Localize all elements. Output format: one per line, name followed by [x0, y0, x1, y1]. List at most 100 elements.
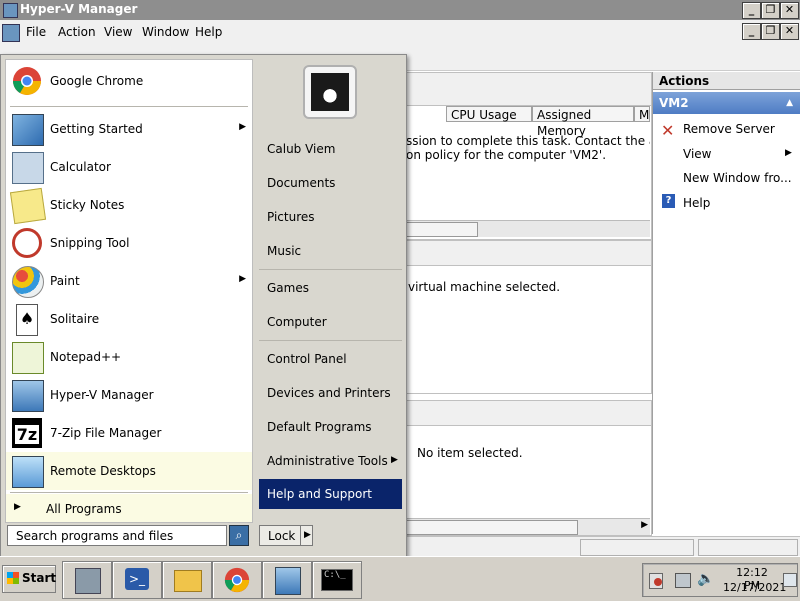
start-button[interactable]: Start: [2, 565, 56, 593]
volume-icon[interactable]: 🔈: [697, 571, 714, 587]
actions-section-vm2[interactable]: VM2 ▲: [653, 92, 800, 114]
search-placeholder: Search programs and files: [16, 529, 174, 543]
submenu-arrow-icon: ▶: [239, 122, 246, 132]
actions-section-label: VM2: [659, 96, 689, 110]
program-label: Hyper-V Manager: [50, 388, 154, 402]
action-remove-server[interactable]: Remove Server: [683, 122, 775, 136]
status-bar: [404, 536, 800, 557]
menu-action[interactable]: Action: [58, 25, 96, 39]
link-administrative-tools[interactable]: Administrative Tools: [267, 454, 388, 468]
program-label: Sticky Notes: [50, 198, 125, 212]
program-google-chrome[interactable]: Google Chrome: [6, 62, 252, 100]
taskbar-powershell[interactable]: >_: [112, 561, 162, 599]
link-pictures[interactable]: Pictures: [267, 210, 315, 224]
scrollbar-thumb-2[interactable]: [404, 520, 578, 535]
program-remote-desktops[interactable]: Remote Desktops: [6, 452, 252, 490]
program-hyper-v-manager[interactable]: Hyper-V Manager: [6, 376, 252, 414]
link-games[interactable]: Games: [267, 281, 309, 295]
solitaire-icon: ♠: [16, 304, 38, 336]
taskbar-server-manager[interactable]: [62, 561, 112, 599]
network-icon[interactable]: [675, 573, 691, 588]
show-desktop-icon[interactable]: [783, 573, 797, 587]
link-computer[interactable]: Computer: [267, 315, 327, 329]
menu-file[interactable]: File: [26, 25, 46, 39]
windows-logo-icon: [7, 572, 19, 584]
child-restore-button[interactable]: ❐: [761, 23, 780, 40]
link-documents[interactable]: Documents: [267, 176, 335, 190]
remove-icon: ✕: [661, 121, 675, 140]
menu-help[interactable]: Help: [195, 25, 222, 39]
hyper-v-icon: [275, 567, 301, 595]
submenu-arrow-icon: ▶: [239, 274, 246, 284]
horizontal-scrollbar-2[interactable]: ▶: [404, 518, 650, 535]
menu-window[interactable]: Window: [142, 25, 189, 39]
help-and-support-label: Help and Support: [267, 487, 372, 501]
program-snipping-tool[interactable]: Snipping Tool: [6, 224, 252, 262]
scrollbar-thumb[interactable]: [404, 222, 478, 237]
program-label: 7-Zip File Manager: [50, 426, 162, 440]
program-label: Snipping Tool: [50, 236, 130, 250]
horizontal-scrollbar-1[interactable]: [404, 220, 650, 237]
search-icon[interactable]: ⌕: [229, 525, 249, 546]
scroll-right-icon[interactable]: ▶: [641, 520, 648, 530]
program-notepad-plus-plus[interactable]: Notepad++: [6, 338, 252, 376]
snipping-tool-icon: [12, 228, 42, 258]
search-input[interactable]: Search programs and files: [7, 525, 227, 546]
menu-view[interactable]: View: [104, 25, 132, 39]
col-more[interactable]: M: [634, 106, 650, 122]
program-7zip[interactable]: 7z 7-Zip File Manager: [6, 414, 252, 452]
link-music[interactable]: Music: [267, 244, 301, 258]
action-view[interactable]: View: [683, 147, 711, 161]
col-assigned-memory[interactable]: Assigned Memory: [532, 106, 634, 138]
sticky-notes-icon: [9, 187, 47, 225]
taskbar-hyper-v[interactable]: [262, 561, 312, 599]
lock-options-arrow-icon[interactable]: ▶: [304, 530, 311, 540]
user-avatar[interactable]: [303, 65, 357, 119]
program-sticky-notes[interactable]: Sticky Notes: [6, 186, 252, 225]
server-manager-icon: [75, 568, 101, 594]
title-bar: Hyper-V Manager _ ❐ ✕: [0, 0, 800, 20]
program-label: Solitaire: [50, 312, 100, 326]
program-solitaire[interactable]: ♠ Solitaire: [6, 300, 252, 338]
action-new-window[interactable]: New Window fro...: [683, 171, 792, 185]
link-user-folder[interactable]: Calub Viem: [267, 142, 335, 156]
system-tray: 🔈 12:12 PM 12/17/2021: [642, 563, 798, 597]
program-getting-started[interactable]: Getting Started ▶: [6, 110, 252, 148]
taskbar-chrome[interactable]: [212, 561, 262, 599]
link-devices-and-printers[interactable]: Devices and Printers: [267, 386, 391, 400]
action-center-flag-icon[interactable]: [649, 573, 663, 589]
programs-list: Google Chrome Getting Started ▶ Calculat…: [5, 59, 253, 523]
vm-selection-message: virtual machine selected.: [408, 280, 561, 294]
maximize-button[interactable]: ❐: [761, 2, 780, 19]
checkpoints-pane: [404, 240, 652, 394]
program-label: Remote Desktops: [50, 464, 156, 478]
folder-icon: [174, 570, 202, 592]
lock-button[interactable]: Lock ▶: [259, 525, 313, 546]
taskbar-explorer[interactable]: [162, 561, 212, 599]
actions-pane: Actions VM2 ▲ ✕ Remove Server View ▶ New…: [652, 72, 800, 534]
program-label: Google Chrome: [50, 74, 144, 88]
remote-desktops-icon: [12, 456, 44, 488]
program-calculator[interactable]: Calculator: [6, 148, 252, 186]
link-control-panel[interactable]: Control Panel: [267, 352, 347, 366]
minimize-button[interactable]: _: [742, 2, 761, 19]
action-help[interactable]: Help: [683, 196, 710, 210]
hyper-v-icon: [12, 380, 44, 412]
submenu-arrow-icon: ▶: [785, 148, 792, 158]
permission-message-line1: ssion to complete this task. Contact the…: [406, 134, 650, 148]
program-label: Getting Started: [50, 122, 143, 136]
clock-date[interactable]: 12/17/2021: [723, 581, 786, 594]
program-paint[interactable]: Paint ▶: [6, 262, 252, 300]
link-help-and-support[interactable]: Help and Support: [259, 479, 402, 509]
child-minimize-button[interactable]: _: [742, 23, 761, 40]
collapse-up-icon[interactable]: ▲: [786, 92, 793, 114]
col-cpu-usage[interactable]: CPU Usage: [446, 106, 532, 122]
lock-label: Lock: [268, 529, 296, 543]
command-prompt-icon: C:\_: [321, 569, 353, 591]
all-programs-button[interactable]: ▶ All Programs: [6, 494, 252, 522]
taskbar-cmd[interactable]: C:\_: [312, 561, 362, 599]
menu-bar: File Action View Window Help _ ❐ ✕: [0, 20, 800, 45]
child-close-button[interactable]: ✕: [780, 23, 799, 40]
link-default-programs[interactable]: Default Programs: [267, 420, 372, 434]
close-button[interactable]: ✕: [780, 2, 799, 19]
